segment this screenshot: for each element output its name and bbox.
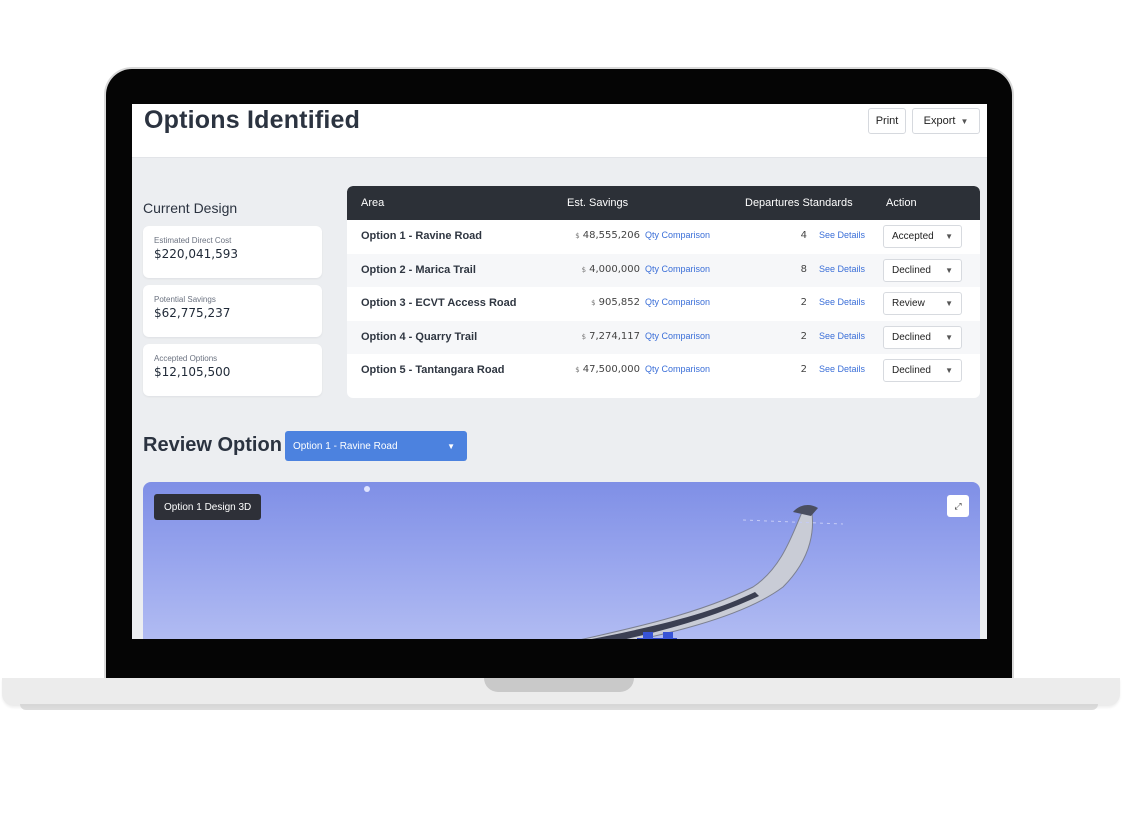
design-3d-viewer[interactable]: Option 1 Design 3D ⤢	[143, 482, 980, 639]
laptop-base-shadow	[20, 704, 1098, 710]
row-savings: $7,274,117	[581, 330, 640, 342]
action-select[interactable]: Declined ▼	[883, 258, 962, 282]
see-details-link[interactable]: See Details	[819, 264, 865, 274]
laptop-notch	[484, 678, 634, 692]
qty-comparison-link[interactable]: Qty Comparison	[645, 297, 710, 307]
row-departures: 8	[800, 263, 807, 275]
page-title: Options Identified	[144, 106, 361, 134]
app-screen: Options Identified Print Export ▼ Curren…	[132, 104, 987, 639]
row-savings: $4,000,000	[581, 263, 640, 275]
caret-down-icon: ▼	[945, 366, 953, 375]
current-design-title: Current Design	[143, 200, 238, 216]
export-button-label: Export	[923, 115, 956, 127]
export-dropdown[interactable]: Export ▼	[912, 108, 980, 134]
table-row: Option 3 - ECVT Access Road $905,852 Qty…	[347, 287, 980, 321]
see-details-link[interactable]: See Details	[819, 364, 865, 374]
row-area: Option 4 - Quarry Trail	[361, 330, 478, 343]
row-savings: $47,500,000	[575, 364, 640, 375]
table-row: Option 5 - Tantangara Road $47,500,000 Q…	[347, 354, 980, 388]
caret-down-icon: ▼	[945, 232, 953, 241]
viewer-label: Option 1 Design 3D	[154, 494, 262, 520]
see-details-link[interactable]: See Details	[819, 297, 865, 307]
action-select[interactable]: Declined ▼	[883, 325, 962, 349]
row-area: Option 5 - Tantangara Road	[361, 364, 505, 376]
action-select[interactable]: Review ▼	[883, 292, 962, 315]
row-departures: 2	[800, 330, 807, 342]
caret-down-icon: ▼	[945, 299, 953, 308]
page-header: Options Identified Print Export ▼	[132, 104, 987, 158]
table-header: Area Est. Savings Departures Standards A…	[347, 186, 980, 220]
row-departures: 2	[800, 297, 807, 308]
potential-savings-card: Potential Savings $62,775,237	[143, 285, 322, 337]
action-select[interactable]: Accepted ▼	[883, 225, 962, 248]
row-departures: 4	[800, 230, 807, 241]
qty-comparison-link[interactable]: Qty Comparison	[645, 230, 710, 240]
estimated-direct-cost-card: Estimated Direct Cost $220,041,593	[143, 226, 322, 278]
table-row: Option 4 - Quarry Trail $7,274,117 Qty C…	[347, 320, 980, 354]
options-table: Area Est. Savings Departures Standards A…	[347, 186, 980, 398]
caret-down-icon: ▼	[945, 332, 953, 342]
header-departures: Departures Standards	[745, 197, 853, 209]
review-option-select[interactable]: Option 1 - Ravine Road ▼	[285, 431, 467, 461]
row-area: Option 1 - Ravine Road	[361, 230, 483, 242]
card-label: Estimated Direct Cost	[154, 236, 232, 245]
header-area: Area	[361, 197, 385, 209]
row-area: Option 2 - Marica Trail	[361, 263, 476, 276]
qty-comparison-link[interactable]: Qty Comparison	[645, 364, 710, 374]
table-row: Option 2 - Marica Trail $4,000,000 Qty C…	[347, 253, 980, 287]
review-option-title: Review Option	[143, 434, 282, 456]
caret-down-icon: ▼	[960, 116, 969, 126]
see-details-link[interactable]: See Details	[819, 230, 865, 240]
card-label: Accepted Options	[154, 354, 218, 363]
header-savings: Est. Savings	[567, 197, 629, 209]
row-savings: $905,852	[591, 297, 640, 308]
caret-down-icon: ▼	[945, 265, 953, 275]
header-action: Action	[886, 197, 917, 209]
table-row: Option 1 - Ravine Road $48,555,206 Qty C…	[347, 220, 980, 254]
card-value: $62,775,237	[154, 306, 231, 320]
print-button[interactable]: Print	[868, 108, 906, 134]
card-value: $12,105,500	[154, 365, 231, 379]
card-label: Potential Savings	[154, 295, 216, 304]
expand-icon[interactable]: ⤢	[947, 495, 969, 517]
accepted-options-card: Accepted Options $12,105,500	[143, 344, 322, 396]
caret-down-icon: ▼	[447, 441, 455, 451]
row-savings: $48,555,206	[575, 230, 640, 241]
row-departures: 2	[800, 364, 807, 375]
see-details-link[interactable]: See Details	[819, 331, 865, 341]
row-area: Option 3 - ECVT Access Road	[361, 297, 517, 309]
print-button-label: Print	[875, 115, 899, 127]
qty-comparison-link[interactable]: Qty Comparison	[645, 264, 710, 274]
qty-comparison-link[interactable]: Qty Comparison	[645, 331, 710, 341]
review-option-selected: Option 1 - Ravine Road	[293, 440, 398, 452]
action-select[interactable]: Declined ▼	[883, 359, 962, 382]
road-model-graphic	[364, 486, 844, 639]
card-value: $220,041,593	[154, 247, 238, 261]
